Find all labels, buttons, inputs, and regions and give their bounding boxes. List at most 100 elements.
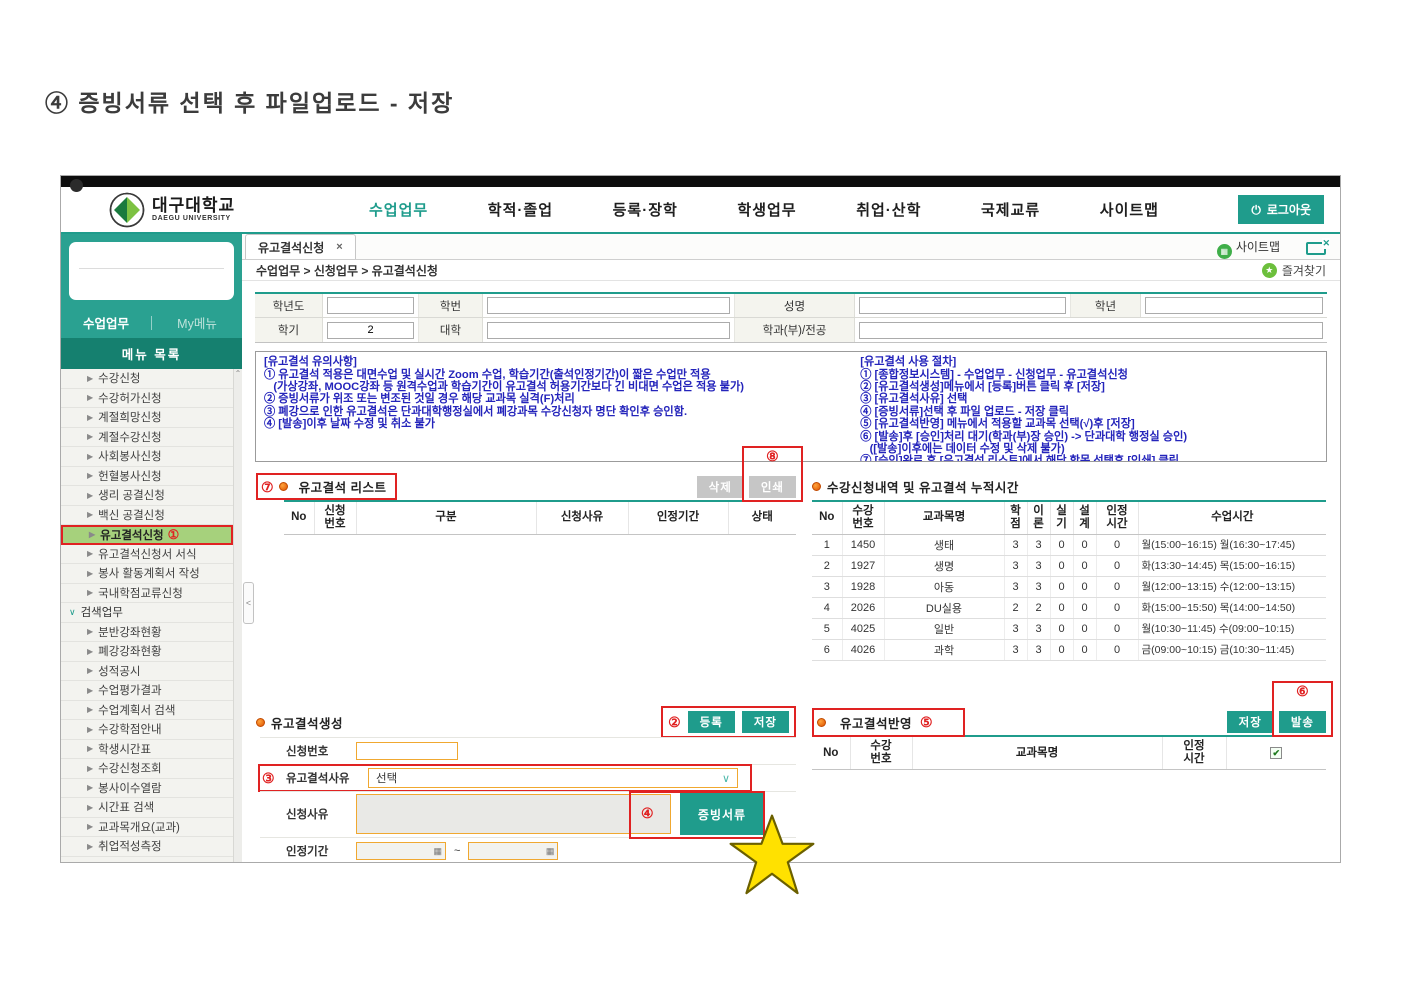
sidebar-item-11[interactable]: ▶국내학점교류신청 <box>61 584 233 604</box>
nav-item-5[interactable]: 국제교류 <box>981 199 1040 220</box>
sidebar-item-22[interactable]: ▶시간표 검색 <box>61 798 233 818</box>
sidebar-item-1[interactable]: ▶수강허가신청 <box>61 389 233 409</box>
table-cell: 4 <box>812 598 842 619</box>
table-cell: 0 <box>1096 577 1138 598</box>
sidebar-collapse-handle[interactable]: < <box>243 582 254 624</box>
send-button[interactable]: 발송 <box>1279 711 1326 733</box>
reason-textarea[interactable] <box>356 794 671 834</box>
logo-korean: 대구대학교 <box>152 197 235 215</box>
grade-input[interactable] <box>1145 297 1323 314</box>
notice-line: (가상강좌, MOOC강좌 등 원격수업과 학습기간이 유고결석 허용기간보다 … <box>264 381 854 393</box>
period-start-input[interactable]: ▦ <box>356 842 446 860</box>
sidebar-item-4[interactable]: ▶사회봉사신청 <box>61 447 233 467</box>
main-content: < 유고결석신청 × ▦사이트맵 수업업무 > 신청업무 > 유고결석신청 ★즐… <box>242 234 1340 863</box>
favorite-star-icon: ★ <box>1262 263 1277 278</box>
register-button[interactable]: 등록 <box>688 711 735 733</box>
save-button-apply[interactable]: 저장 <box>1227 711 1274 733</box>
sidebar-item-2[interactable]: ▶계절희망신청 <box>61 408 233 428</box>
sidebar-item-14[interactable]: ▶폐강강좌현황 <box>61 642 233 662</box>
sidebar-item-label: 수강허가신청 <box>98 390 161 406</box>
sidebar-item-12[interactable]: ∨검색업무 <box>61 603 233 623</box>
hakbun-input[interactable] <box>487 297 730 314</box>
table-cell: 3 <box>1027 619 1050 640</box>
column-header: No <box>812 501 842 535</box>
calendar-icon: ▦ <box>433 846 442 857</box>
period-end-input[interactable]: ▦ <box>468 842 558 860</box>
notice-line: ② [유고결석생성]메뉴에서 [등록]버튼 클릭 후 [저장] <box>860 381 1318 393</box>
table-row: 11450생태33000월(15:00~16:15) 월(16:30~17:45… <box>812 535 1326 556</box>
notice-left: [유고결석 유의사항] ① 유고결석 적용은 대면수업 및 실시간 Zoom 수… <box>264 356 854 454</box>
dept-input[interactable] <box>859 322 1323 339</box>
column-header: 인정 시간 <box>1162 736 1226 770</box>
sidebar-item-label: 수업계획서 검색 <box>98 702 175 718</box>
notice-line: ① [종합정보시스템] - 수업업무 - 신청업무 - 유고결석신청 <box>860 369 1318 381</box>
nav-item-4[interactable]: 취업·산학 <box>856 199 921 220</box>
notice-line: ④ [증빙서류]선택 후 파일 업로드 - 저장 클릭 <box>860 406 1318 418</box>
apply-no-input[interactable] <box>356 742 458 760</box>
name-input[interactable] <box>859 297 1066 314</box>
reason-type-select[interactable]: 선택 ∨ <box>368 768 738 788</box>
sitemap-link[interactable]: ▦사이트맵 <box>1217 238 1280 259</box>
table-cell: 0 <box>1050 556 1073 577</box>
sidebar-tab-work[interactable]: 수업업무 <box>61 313 151 332</box>
sidebar-item-0[interactable]: ▶수강신청 <box>61 369 233 389</box>
enrollment-section: 수강신청내역 및 유고결석 누적시간 No수강 번호교과목명학 점이 론실 기설… <box>812 474 1326 661</box>
chevron-down-icon: ∨ <box>722 772 730 785</box>
tab-close-icon[interactable]: × <box>336 241 342 253</box>
select-all-checkbox[interactable]: ✔ <box>1270 747 1282 759</box>
table-cell: 생명 <box>884 556 1004 577</box>
sidebar-item-15[interactable]: ▶성적공시 <box>61 662 233 682</box>
table-cell: 3 <box>1027 640 1050 661</box>
favorite-button[interactable]: ★즐겨찾기 <box>1262 262 1326 279</box>
sidebar-item-21[interactable]: ▶봉사이수열람 <box>61 779 233 799</box>
sidebar-item-19[interactable]: ▶학생시간표 <box>61 740 233 760</box>
calendar-icon: ▦ <box>546 846 555 857</box>
sidebar-item-5[interactable]: ▶헌혈봉사신청 <box>61 467 233 487</box>
sidebar-item-7[interactable]: ▶백신 공결신청 <box>61 506 233 526</box>
nav-item-6[interactable]: 사이트맵 <box>1100 199 1159 220</box>
arrow-right-icon: ▶ <box>87 666 93 675</box>
college-input[interactable] <box>487 322 730 339</box>
nav-item-0[interactable]: 수업업무 <box>369 199 428 220</box>
sidebar-item-24[interactable]: ▶취업적성측정 <box>61 837 233 857</box>
logout-button[interactable]: ⏻ 로그아웃 <box>1238 195 1324 224</box>
sidebar-tab-mymenu[interactable]: My메뉴 <box>152 313 242 332</box>
arrow-right-icon: ▶ <box>87 764 93 773</box>
power-icon: ⏻ <box>1251 205 1261 215</box>
year-input[interactable] <box>327 297 414 314</box>
annotation-2: ② <box>668 715 681 729</box>
sidebar-item-8[interactable]: ▶유고결석신청① <box>61 525 233 545</box>
table-cell: 0 <box>1096 619 1138 640</box>
notice-line: ⑤ [유고결석반영] 메뉴에서 적용할 교과목 선택(√)후 [저장] <box>860 418 1318 430</box>
tab-current[interactable]: 유고결석신청 × <box>245 234 356 259</box>
sidebar-item-20[interactable]: ▶수강신청조회 <box>61 759 233 779</box>
nav-item-3[interactable]: 학생업무 <box>737 199 796 220</box>
table-cell: 0 <box>1073 640 1096 661</box>
reason-label: 신청사유 <box>286 806 356 822</box>
section-bullet-icon <box>256 718 265 727</box>
sidebar-item-3[interactable]: ▶계절수강신청 <box>61 428 233 448</box>
sidebar-item-13[interactable]: ▶분반강좌현황 <box>61 623 233 643</box>
print-button[interactable]: 인쇄 <box>749 476 796 498</box>
table-cell: 3 <box>1004 535 1027 556</box>
sidebar-item-10[interactable]: ▶봉사 활동계획서 작성 <box>61 564 233 584</box>
table-cell: 1 <box>812 535 842 556</box>
sidebar-item-23[interactable]: ▶교과목개요(교과) <box>61 818 233 838</box>
apply-title: 유고결석반영 <box>840 713 912 732</box>
arrow-right-icon: ▶ <box>87 725 93 734</box>
save-button-create[interactable]: 저장 <box>742 711 789 733</box>
name-label: 성명 <box>735 294 855 317</box>
term-input[interactable] <box>327 322 414 339</box>
sidebar-item-18[interactable]: ▶수강학점안내 <box>61 720 233 740</box>
sidebar-scrollbar[interactable]: ⌃ <box>233 369 242 863</box>
table-cell: 3 <box>1027 535 1050 556</box>
nav-item-2[interactable]: 등록·장학 <box>613 199 678 220</box>
close-all-windows-icon[interactable] <box>1306 242 1326 255</box>
column-header: 교과목명 <box>884 501 1004 535</box>
delete-button[interactable]: 삭제 <box>697 476 744 498</box>
sidebar-item-17[interactable]: ▶수업계획서 검색 <box>61 701 233 721</box>
sidebar-item-6[interactable]: ▶생리 공결신청 <box>61 486 233 506</box>
sidebar-item-9[interactable]: ▶유고결석신청서 서식 <box>61 545 233 565</box>
nav-item-1[interactable]: 학적·졸업 <box>488 199 553 220</box>
sidebar-item-16[interactable]: ▶수업평가결과 <box>61 681 233 701</box>
